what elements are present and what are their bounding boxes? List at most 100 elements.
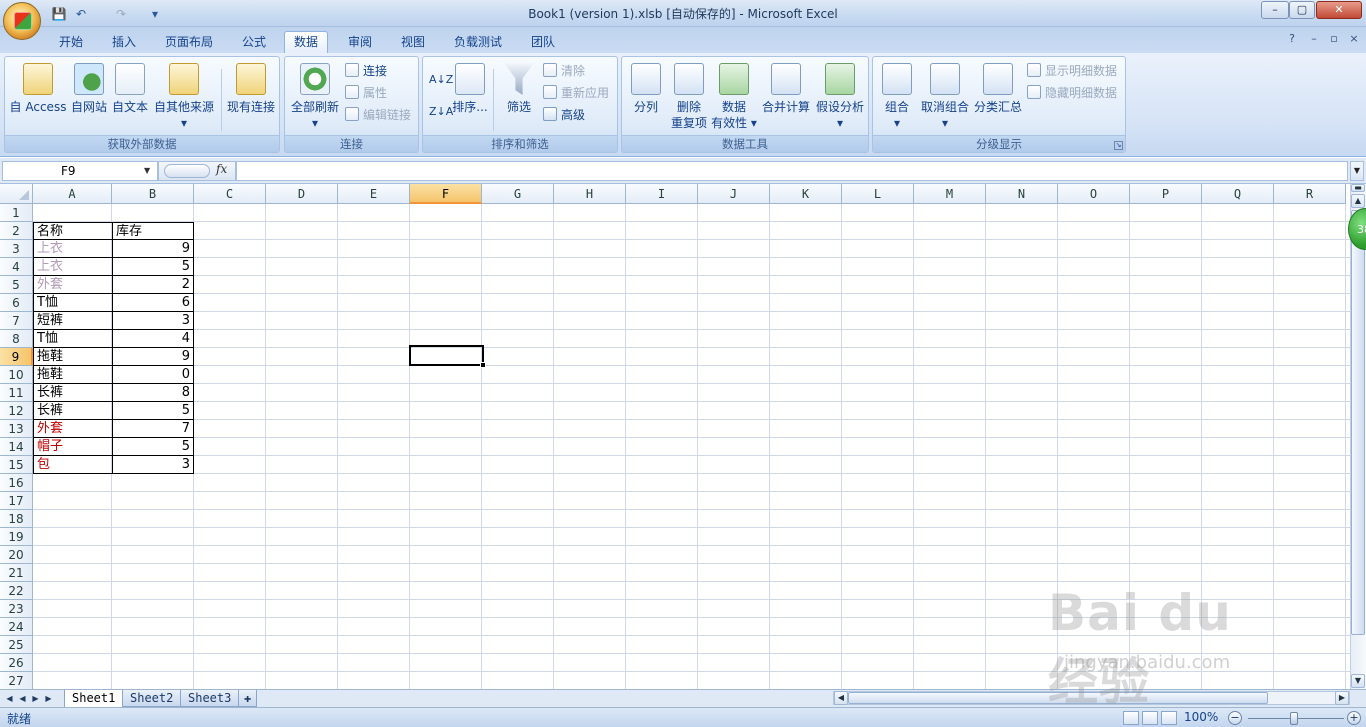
cell-name[interactable]: 长裤 — [33, 384, 112, 402]
sort-button[interactable]: 排序... — [451, 63, 489, 115]
remove-duplicates-button[interactable]: 删除 重复项 — [668, 63, 710, 131]
column-header-f[interactable]: F — [410, 184, 482, 204]
cell-stock[interactable]: 3 — [112, 456, 194, 474]
cell-name[interactable]: 外套 — [33, 276, 112, 294]
ribbon-minimize-icon[interactable]: – — [1306, 31, 1322, 47]
cell-name[interactable]: T恤 — [33, 330, 112, 348]
row-header-23[interactable]: 23 — [0, 600, 33, 618]
column-header-c[interactable]: C — [194, 184, 266, 204]
row-header-18[interactable]: 18 — [0, 510, 33, 528]
row-header-20[interactable]: 20 — [0, 546, 33, 564]
row-header-17[interactable]: 17 — [0, 492, 33, 510]
scroll-left-icon[interactable]: ◀ — [834, 691, 848, 705]
row-header-15[interactable]: 15 — [0, 456, 33, 474]
cell-stock[interactable]: 2 — [112, 276, 194, 294]
last-sheet-icon[interactable]: ▶ — [43, 692, 54, 705]
row-header-9[interactable]: 9 — [0, 348, 33, 366]
tab-load-test[interactable]: 负载测试 — [444, 31, 512, 53]
minimize-button[interactable]: – — [1261, 1, 1289, 19]
row-header-22[interactable]: 22 — [0, 582, 33, 600]
cell-name[interactable]: 外套 — [33, 420, 112, 438]
cell-name[interactable]: 包 — [33, 456, 112, 474]
cell-stock[interactable]: 6 — [112, 294, 194, 312]
restore-button[interactable]: ▢ — [1289, 1, 1315, 19]
column-header-q[interactable]: Q — [1202, 184, 1274, 204]
column-header-n[interactable]: N — [986, 184, 1058, 204]
cell-stock[interactable]: 8 — [112, 384, 194, 402]
row-header-6[interactable]: 6 — [0, 294, 33, 312]
row-header-5[interactable]: 5 — [0, 276, 33, 294]
row-header-27[interactable]: 27 — [0, 672, 33, 689]
cell-name[interactable]: T恤 — [33, 294, 112, 312]
row-header-3[interactable]: 3 — [0, 240, 33, 258]
name-box[interactable]: F9 — [2, 161, 158, 181]
cell-stock[interactable]: 9 — [112, 240, 194, 258]
column-header-l[interactable]: L — [842, 184, 914, 204]
first-sheet-icon[interactable]: ◀ — [4, 692, 15, 705]
cell-stock[interactable]: 0 — [112, 366, 194, 384]
row-header-8[interactable]: 8 — [0, 330, 33, 348]
cell-stock[interactable]: 9 — [112, 348, 194, 366]
cell-stock[interactable]: 5 — [112, 402, 194, 420]
column-header-b[interactable]: B — [112, 184, 194, 204]
refresh-all-button[interactable]: 全部刷新 ▾ — [287, 63, 343, 131]
tab-review[interactable]: 审阅 — [338, 31, 382, 53]
column-header-o[interactable]: O — [1058, 184, 1130, 204]
next-sheet-icon[interactable]: ▶ — [30, 692, 41, 705]
zoom-in-icon[interactable]: + — [1347, 711, 1361, 725]
from-access-button[interactable]: 自 Access — [7, 63, 69, 115]
column-header-j[interactable]: J — [698, 184, 770, 204]
cell-stock[interactable]: 库存 — [112, 222, 194, 240]
row-header-19[interactable]: 19 — [0, 528, 33, 546]
help-icon[interactable]: ? — [1284, 31, 1300, 47]
hide-detail-button[interactable]: 隐藏明细数据 — [1027, 84, 1117, 102]
column-header-i[interactable]: I — [626, 184, 698, 204]
scroll-down-icon[interactable]: ▼ — [1351, 674, 1365, 688]
tab-page-layout[interactable]: 页面布局 — [155, 31, 223, 53]
row-header-11[interactable]: 11 — [0, 384, 33, 402]
cell-stock[interactable]: 4 — [112, 330, 194, 348]
column-header-m[interactable]: M — [914, 184, 986, 204]
what-if-analysis-button[interactable]: 假设分析 ▾ — [812, 63, 868, 131]
column-header-h[interactable]: H — [554, 184, 626, 204]
show-detail-button[interactable]: 显示明细数据 — [1027, 62, 1117, 80]
row-header-26[interactable]: 26 — [0, 654, 33, 672]
text-to-columns-button[interactable]: 分列 — [626, 63, 666, 115]
row-header-4[interactable]: 4 — [0, 258, 33, 276]
cell-stock[interactable]: 5 — [112, 258, 194, 276]
chevron-down-icon[interactable]: ▼ — [144, 166, 150, 175]
row-header-2[interactable]: 2 — [0, 222, 33, 240]
scroll-right-icon[interactable]: ▶ — [1335, 691, 1349, 705]
connections-button[interactable]: 连接 — [345, 62, 387, 80]
insert-sheet-icon[interactable]: ✚ — [238, 690, 258, 707]
from-other-sources-button[interactable]: 自其他来源 ▾ — [152, 63, 216, 131]
group-button[interactable]: 组合 ▾ — [877, 63, 917, 131]
cell-stock[interactable]: 5 — [112, 438, 194, 456]
data-validation-button[interactable]: 数据 有效性 ▾ — [710, 63, 758, 131]
from-text-button[interactable]: 自文本 — [110, 63, 150, 115]
insert-function-icon[interactable]: fx — [216, 162, 227, 176]
existing-connections-button[interactable]: 现有连接 — [225, 63, 277, 115]
row-header-1[interactable]: 1 — [0, 204, 33, 222]
column-header-e[interactable]: E — [338, 184, 410, 204]
column-header-a[interactable]: A — [33, 184, 112, 204]
row-header-16[interactable]: 16 — [0, 474, 33, 492]
row-header-25[interactable]: 25 — [0, 636, 33, 654]
column-header-k[interactable]: K — [770, 184, 842, 204]
row-header-12[interactable]: 12 — [0, 402, 33, 420]
sheet-tab-sheet2[interactable]: Sheet2 — [122, 690, 182, 707]
cell-name[interactable]: 短裤 — [33, 312, 112, 330]
column-header-g[interactable]: G — [482, 184, 554, 204]
ribbon-close-icon[interactable]: × — [1346, 31, 1362, 47]
ribbon-restore-icon[interactable]: ▫ — [1326, 31, 1342, 47]
column-header-p[interactable]: P — [1130, 184, 1202, 204]
sort-ascending-button[interactable]: A↓Z — [429, 71, 453, 89]
cell-name[interactable]: 名称 — [33, 222, 112, 240]
from-web-button[interactable]: 自网站 — [69, 63, 109, 115]
office-button[interactable] — [3, 2, 41, 40]
scroll-up-icon[interactable]: ▲ — [1351, 194, 1365, 208]
tab-data[interactable]: 数据 — [284, 31, 329, 54]
expand-formula-icon[interactable]: ▼ — [1350, 161, 1364, 181]
ungroup-button[interactable]: 取消组合 ▾ — [919, 63, 971, 131]
row-header-7[interactable]: 7 — [0, 312, 33, 330]
